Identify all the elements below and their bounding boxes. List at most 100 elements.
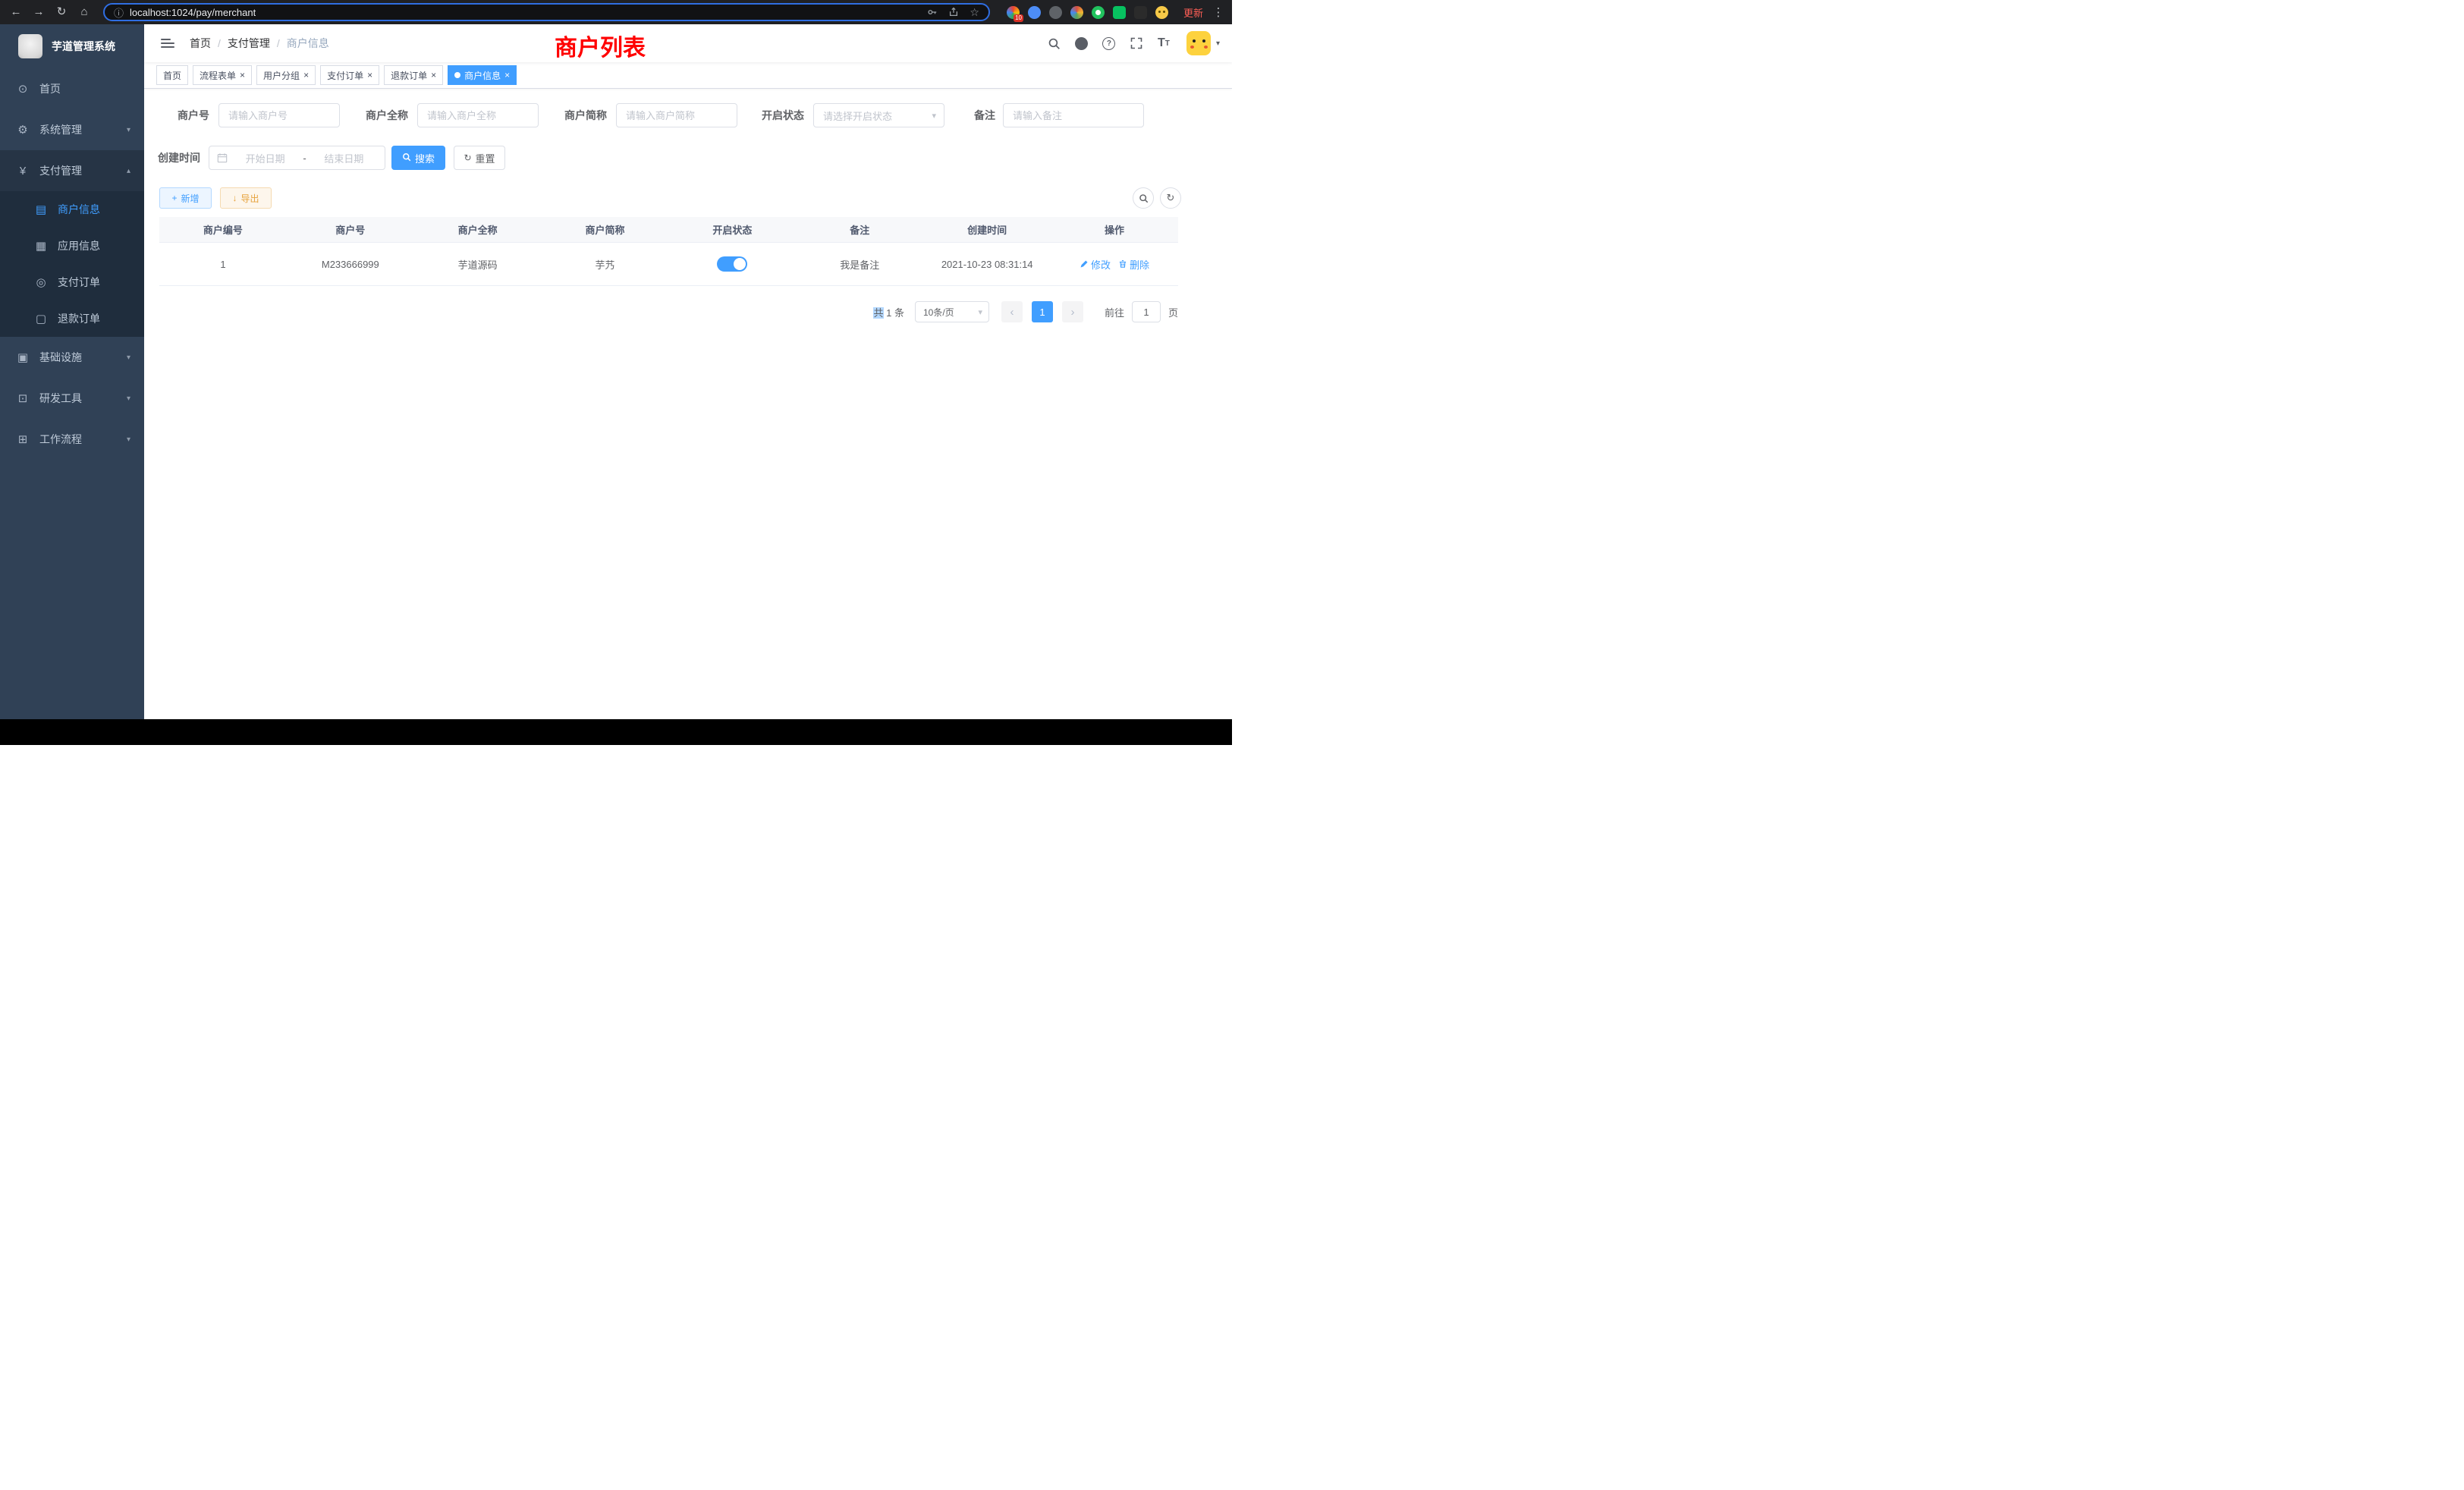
info-icon[interactable]: ⓘ	[114, 5, 124, 20]
filter-status: 开启状态 请选择开启状态 ▾	[755, 103, 944, 127]
logo-avatar	[18, 34, 42, 58]
sidebar-item-label: 研发工具	[39, 391, 82, 406]
sidebar-item-label: 应用信息	[58, 238, 100, 253]
full-name-input[interactable]	[417, 103, 539, 127]
merchant-no-input[interactable]	[218, 103, 340, 127]
reset-button[interactable]: ↻ 重置	[454, 146, 505, 170]
goto-label: 前往	[1105, 305, 1124, 319]
page-number-button[interactable]: 1	[1032, 301, 1053, 322]
short-name-input[interactable]	[616, 103, 737, 127]
tab-label: 用户分组	[263, 69, 300, 82]
button-label: 重置	[476, 151, 495, 165]
remark-input[interactable]	[1003, 103, 1144, 127]
reload-icon[interactable]: ↻	[52, 0, 71, 24]
home-icon[interactable]: ⌂	[74, 0, 94, 24]
extension-icon[interactable]	[1134, 6, 1147, 19]
font-size-icon[interactable]: TT	[1156, 36, 1171, 51]
filter-merchant-no: 商户号	[168, 103, 340, 127]
key-icon[interactable]	[927, 7, 938, 17]
tab-merchant-info[interactable]: 商户信息×	[448, 65, 517, 85]
forward-icon[interactable]: →	[29, 0, 49, 24]
plus-icon: +	[171, 193, 177, 203]
column-header: 商户编号	[159, 222, 287, 237]
bookmark-star-icon[interactable]: ☆	[970, 6, 979, 19]
tab-refund-order[interactable]: 退款订单×	[384, 65, 443, 85]
github-icon[interactable]	[1074, 36, 1089, 51]
sidebar-item-label: 首页	[39, 81, 61, 96]
edit-link[interactable]: 修改	[1080, 257, 1111, 272]
refresh-table-button[interactable]: ↻	[1160, 187, 1181, 209]
filter-remark: 备注	[973, 103, 1144, 127]
tab-label: 支付订单	[327, 69, 363, 82]
goto-page-input[interactable]	[1132, 301, 1161, 322]
add-button[interactable]: + 新增	[159, 187, 212, 209]
close-icon[interactable]: ×	[504, 71, 510, 80]
column-header: 商户号	[287, 222, 414, 237]
active-tab-dot	[454, 72, 460, 78]
user-menu[interactable]: ▾	[1186, 31, 1220, 55]
browser-menu-icon[interactable]: ⋮	[1211, 5, 1226, 19]
filter-full-name: 商户全称	[357, 103, 539, 127]
address-bar[interactable]: ⓘ localhost:1024/pay/merchant ☆	[103, 3, 990, 21]
browser-update-button[interactable]: 更新	[1183, 5, 1203, 20]
filter-create-time: 创建时间 开始日期 - 结束日期	[158, 146, 385, 170]
search-icon[interactable]	[1047, 36, 1062, 51]
cell-full-name: 芋道源码	[414, 257, 542, 272]
sidebar-item-payment[interactable]: ¥ 支付管理 ▴	[0, 150, 144, 191]
sidebar-item-devtools[interactable]: ⊡ 研发工具 ▾	[0, 378, 144, 419]
sidebar-item-app-info[interactable]: ▦ 应用信息	[0, 228, 144, 264]
download-icon: ↓	[232, 193, 237, 203]
grid-icon: ▦	[35, 239, 47, 253]
page-size-select[interactable]: 10条/页 ▾	[915, 301, 989, 322]
search-button[interactable]: 搜索	[391, 146, 445, 170]
sidebar-item-workflow[interactable]: ⊞ 工作流程 ▾	[0, 419, 144, 460]
column-header: 创建时间	[923, 222, 1051, 237]
sidebar-item-infra[interactable]: ▣ 基础设施 ▾	[0, 337, 144, 378]
sidebar-toggle-icon[interactable]	[161, 36, 174, 50]
sidebar-item-home[interactable]: ⊙ 首页	[0, 68, 144, 109]
export-button[interactable]: ↓ 导出	[220, 187, 272, 209]
extension-icon[interactable]	[1113, 6, 1126, 19]
sidebar-item-refund-order[interactable]: ▢ 退款订单	[0, 300, 144, 337]
show-search-button[interactable]	[1133, 187, 1154, 209]
sidebar-item-system[interactable]: ⚙ 系统管理 ▾	[0, 109, 144, 150]
extension-icon[interactable]	[1049, 6, 1062, 19]
close-icon[interactable]: ×	[240, 71, 245, 80]
column-header: 操作	[1051, 222, 1178, 237]
extension-icon[interactable]: 10	[1007, 6, 1020, 19]
tab-home[interactable]: 首页	[156, 65, 188, 85]
extension-icon[interactable]	[1155, 6, 1168, 19]
fullscreen-icon[interactable]	[1129, 36, 1144, 51]
next-page-button[interactable]: ›	[1062, 301, 1083, 322]
close-icon[interactable]: ×	[303, 71, 309, 80]
field-label: 商户简称	[556, 108, 616, 123]
delete-link[interactable]: 删除	[1118, 257, 1149, 272]
sidebar-item-label: 工作流程	[39, 432, 82, 447]
prev-page-button[interactable]: ‹	[1001, 301, 1023, 322]
main-area: 首页 / 支付管理 / 商户信息 商户列表 ? TT ▾	[144, 24, 1232, 719]
tab-user-group[interactable]: 用户分组×	[256, 65, 316, 85]
close-icon[interactable]: ×	[431, 71, 436, 80]
chevron-down-icon: ▾	[978, 307, 982, 317]
close-icon[interactable]: ×	[367, 71, 372, 80]
app-logo[interactable]: 芋道管理系统	[0, 24, 144, 68]
sidebar-item-label: 退款订单	[58, 311, 100, 326]
date-range-picker[interactable]: 开始日期 - 结束日期	[209, 146, 385, 170]
share-icon[interactable]	[948, 7, 959, 17]
status-toggle[interactable]	[717, 256, 747, 272]
extension-icon[interactable]	[1070, 6, 1083, 19]
sidebar-item-merchant-info[interactable]: ▤ 商户信息	[0, 191, 144, 228]
extension-icon[interactable]	[1028, 6, 1041, 19]
sidebar-item-pay-order[interactable]: ◎ 支付订单	[0, 264, 144, 300]
search-icon	[402, 152, 411, 163]
breadcrumb-section[interactable]: 支付管理	[228, 36, 270, 51]
extension-icon[interactable]	[1092, 6, 1105, 19]
tab-pay-order[interactable]: 支付订单 ×	[320, 65, 379, 85]
breadcrumb-home[interactable]: 首页	[190, 36, 211, 51]
back-icon[interactable]: ←	[6, 0, 26, 24]
tab-process-form[interactable]: 流程表单×	[193, 65, 252, 85]
help-icon[interactable]: ?	[1102, 36, 1117, 51]
yen-icon: ¥	[17, 165, 29, 178]
status-select[interactable]: 请选择开启状态 ▾	[813, 103, 944, 127]
top-navbar: 首页 / 支付管理 / 商户信息 商户列表 ? TT ▾	[144, 24, 1232, 62]
